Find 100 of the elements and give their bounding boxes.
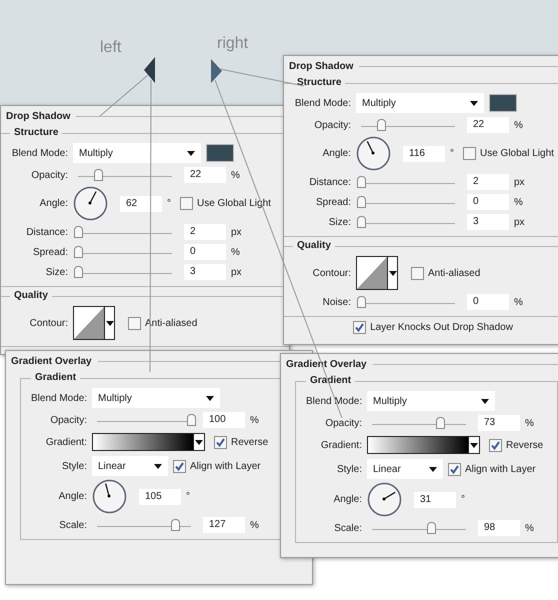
contour-picker[interactable] bbox=[73, 306, 115, 340]
value-field[interactable]: 31 bbox=[414, 492, 456, 508]
slider-thumb[interactable] bbox=[74, 246, 82, 258]
caret-icon bbox=[187, 150, 195, 156]
dropdown[interactable]: Linear bbox=[92, 456, 168, 476]
dropdown[interactable]: Multiply bbox=[367, 391, 495, 411]
color-swatch[interactable] bbox=[206, 144, 234, 162]
section-title: Quality bbox=[10, 288, 52, 303]
checkbox-label: Anti-aliased bbox=[428, 266, 480, 280]
check-icon bbox=[491, 440, 500, 450]
value-field[interactable]: 22 bbox=[467, 117, 509, 133]
value-field[interactable]: 127 bbox=[203, 517, 245, 533]
slider-thumb[interactable] bbox=[74, 266, 82, 278]
unit-label: px bbox=[514, 216, 525, 230]
slider-thumb[interactable] bbox=[356, 176, 366, 188]
gradient-picker[interactable] bbox=[367, 436, 480, 454]
field-label: Size: bbox=[328, 216, 351, 230]
check-icon bbox=[175, 462, 184, 470]
value-field[interactable]: 105 bbox=[139, 488, 181, 504]
slider-thumb[interactable] bbox=[356, 296, 366, 308]
value-field[interactable]: 98 bbox=[478, 520, 520, 536]
value-field[interactable]: 22 bbox=[184, 167, 226, 183]
slider-thumb[interactable] bbox=[436, 416, 446, 428]
field-label: Blend Mode: bbox=[31, 392, 87, 406]
field-label: Size: bbox=[44, 266, 68, 280]
color-swatch[interactable] bbox=[489, 94, 517, 112]
value-field[interactable]: 2 bbox=[184, 224, 226, 240]
value-field[interactable]: 116 bbox=[403, 146, 445, 162]
gradient-picker[interactable] bbox=[92, 433, 205, 451]
dropdown[interactable]: Multiply bbox=[356, 93, 484, 113]
checkbox[interactable] bbox=[353, 321, 366, 334]
field-label: Gradient: bbox=[44, 436, 87, 450]
slider-thumb[interactable] bbox=[171, 518, 180, 530]
value-field[interactable]: 3 bbox=[184, 264, 226, 280]
angle-dial[interactable] bbox=[356, 136, 391, 171]
checkbox-label: Align with Layer bbox=[465, 462, 536, 476]
field-label: Contour: bbox=[28, 316, 68, 330]
field-label: Distance: bbox=[308, 176, 351, 190]
angle-dial[interactable] bbox=[367, 482, 402, 517]
angle-dial[interactable] bbox=[73, 186, 108, 221]
checkbox-label: Align with Layer bbox=[190, 460, 261, 474]
unit-label: % bbox=[514, 118, 523, 132]
slider-thumb[interactable] bbox=[426, 522, 436, 534]
dropdown[interactable]: Linear bbox=[367, 459, 443, 479]
value-field[interactable]: 2 bbox=[467, 174, 509, 190]
value-field[interactable]: 100 bbox=[203, 412, 245, 428]
unit-label: % bbox=[525, 416, 534, 430]
contour-picker[interactable] bbox=[356, 256, 398, 290]
value-field[interactable]: 0 bbox=[184, 244, 226, 260]
slider-thumb[interactable] bbox=[94, 168, 104, 180]
arrow-label: left bbox=[100, 38, 122, 58]
field-label: Style: bbox=[336, 462, 362, 476]
field-label: Blend Mode: bbox=[10, 146, 68, 160]
dropdown[interactable]: Multiply bbox=[92, 388, 220, 408]
checkbox[interactable] bbox=[180, 197, 193, 210]
contour-curve-icon bbox=[74, 307, 104, 339]
field-label: Angle: bbox=[38, 197, 68, 211]
field-label: Scale: bbox=[58, 518, 87, 532]
left-arrow-icon bbox=[144, 57, 155, 83]
field-label: Spread: bbox=[32, 246, 68, 260]
slider-thumb[interactable] bbox=[356, 216, 366, 228]
caret-icon bbox=[429, 466, 437, 472]
field-label: Blend Mode: bbox=[306, 394, 362, 408]
field-label: Opacity: bbox=[30, 168, 68, 182]
checkbox[interactable] bbox=[448, 462, 461, 476]
slider-thumb[interactable] bbox=[186, 414, 196, 426]
field-label: Style: bbox=[60, 460, 87, 474]
checkbox[interactable] bbox=[489, 438, 502, 452]
right-arrow-icon bbox=[211, 59, 222, 83]
dropdown[interactable]: Multiply bbox=[73, 143, 201, 163]
unit-label: px bbox=[514, 176, 525, 190]
value-field[interactable]: 3 bbox=[467, 214, 509, 230]
checkbox[interactable] bbox=[463, 147, 476, 160]
unit-label: % bbox=[231, 168, 240, 182]
checkbox[interactable] bbox=[128, 316, 141, 330]
check-icon bbox=[355, 323, 364, 332]
value-field[interactable]: 0 bbox=[467, 294, 509, 310]
degree-label: ° bbox=[461, 493, 465, 507]
angle-dial[interactable] bbox=[92, 479, 127, 514]
slider-thumb[interactable] bbox=[74, 226, 82, 238]
caret-icon bbox=[195, 440, 203, 444]
caret-icon bbox=[481, 398, 489, 404]
checkbox[interactable] bbox=[411, 266, 424, 280]
panel-title: Drop Shadow bbox=[289, 60, 354, 74]
value-field[interactable]: 73 bbox=[478, 415, 520, 431]
field-label: Gradient: bbox=[320, 438, 362, 452]
field-label: Angle: bbox=[58, 490, 87, 504]
slider-thumb[interactable] bbox=[356, 196, 366, 208]
field-label: Spread: bbox=[314, 196, 351, 210]
value-field[interactable]: 62 bbox=[120, 196, 162, 212]
unit-label: % bbox=[525, 522, 534, 536]
slider-thumb[interactable] bbox=[377, 118, 386, 130]
unit-label: % bbox=[250, 414, 259, 428]
field-label: Angle: bbox=[332, 493, 362, 507]
checkbox[interactable] bbox=[173, 460, 186, 472]
unit-label: px bbox=[231, 266, 242, 280]
arrow-label: right bbox=[217, 34, 248, 54]
checkbox[interactable] bbox=[214, 436, 227, 448]
field-label: Distance: bbox=[25, 226, 68, 240]
value-field[interactable]: 0 bbox=[467, 194, 509, 210]
